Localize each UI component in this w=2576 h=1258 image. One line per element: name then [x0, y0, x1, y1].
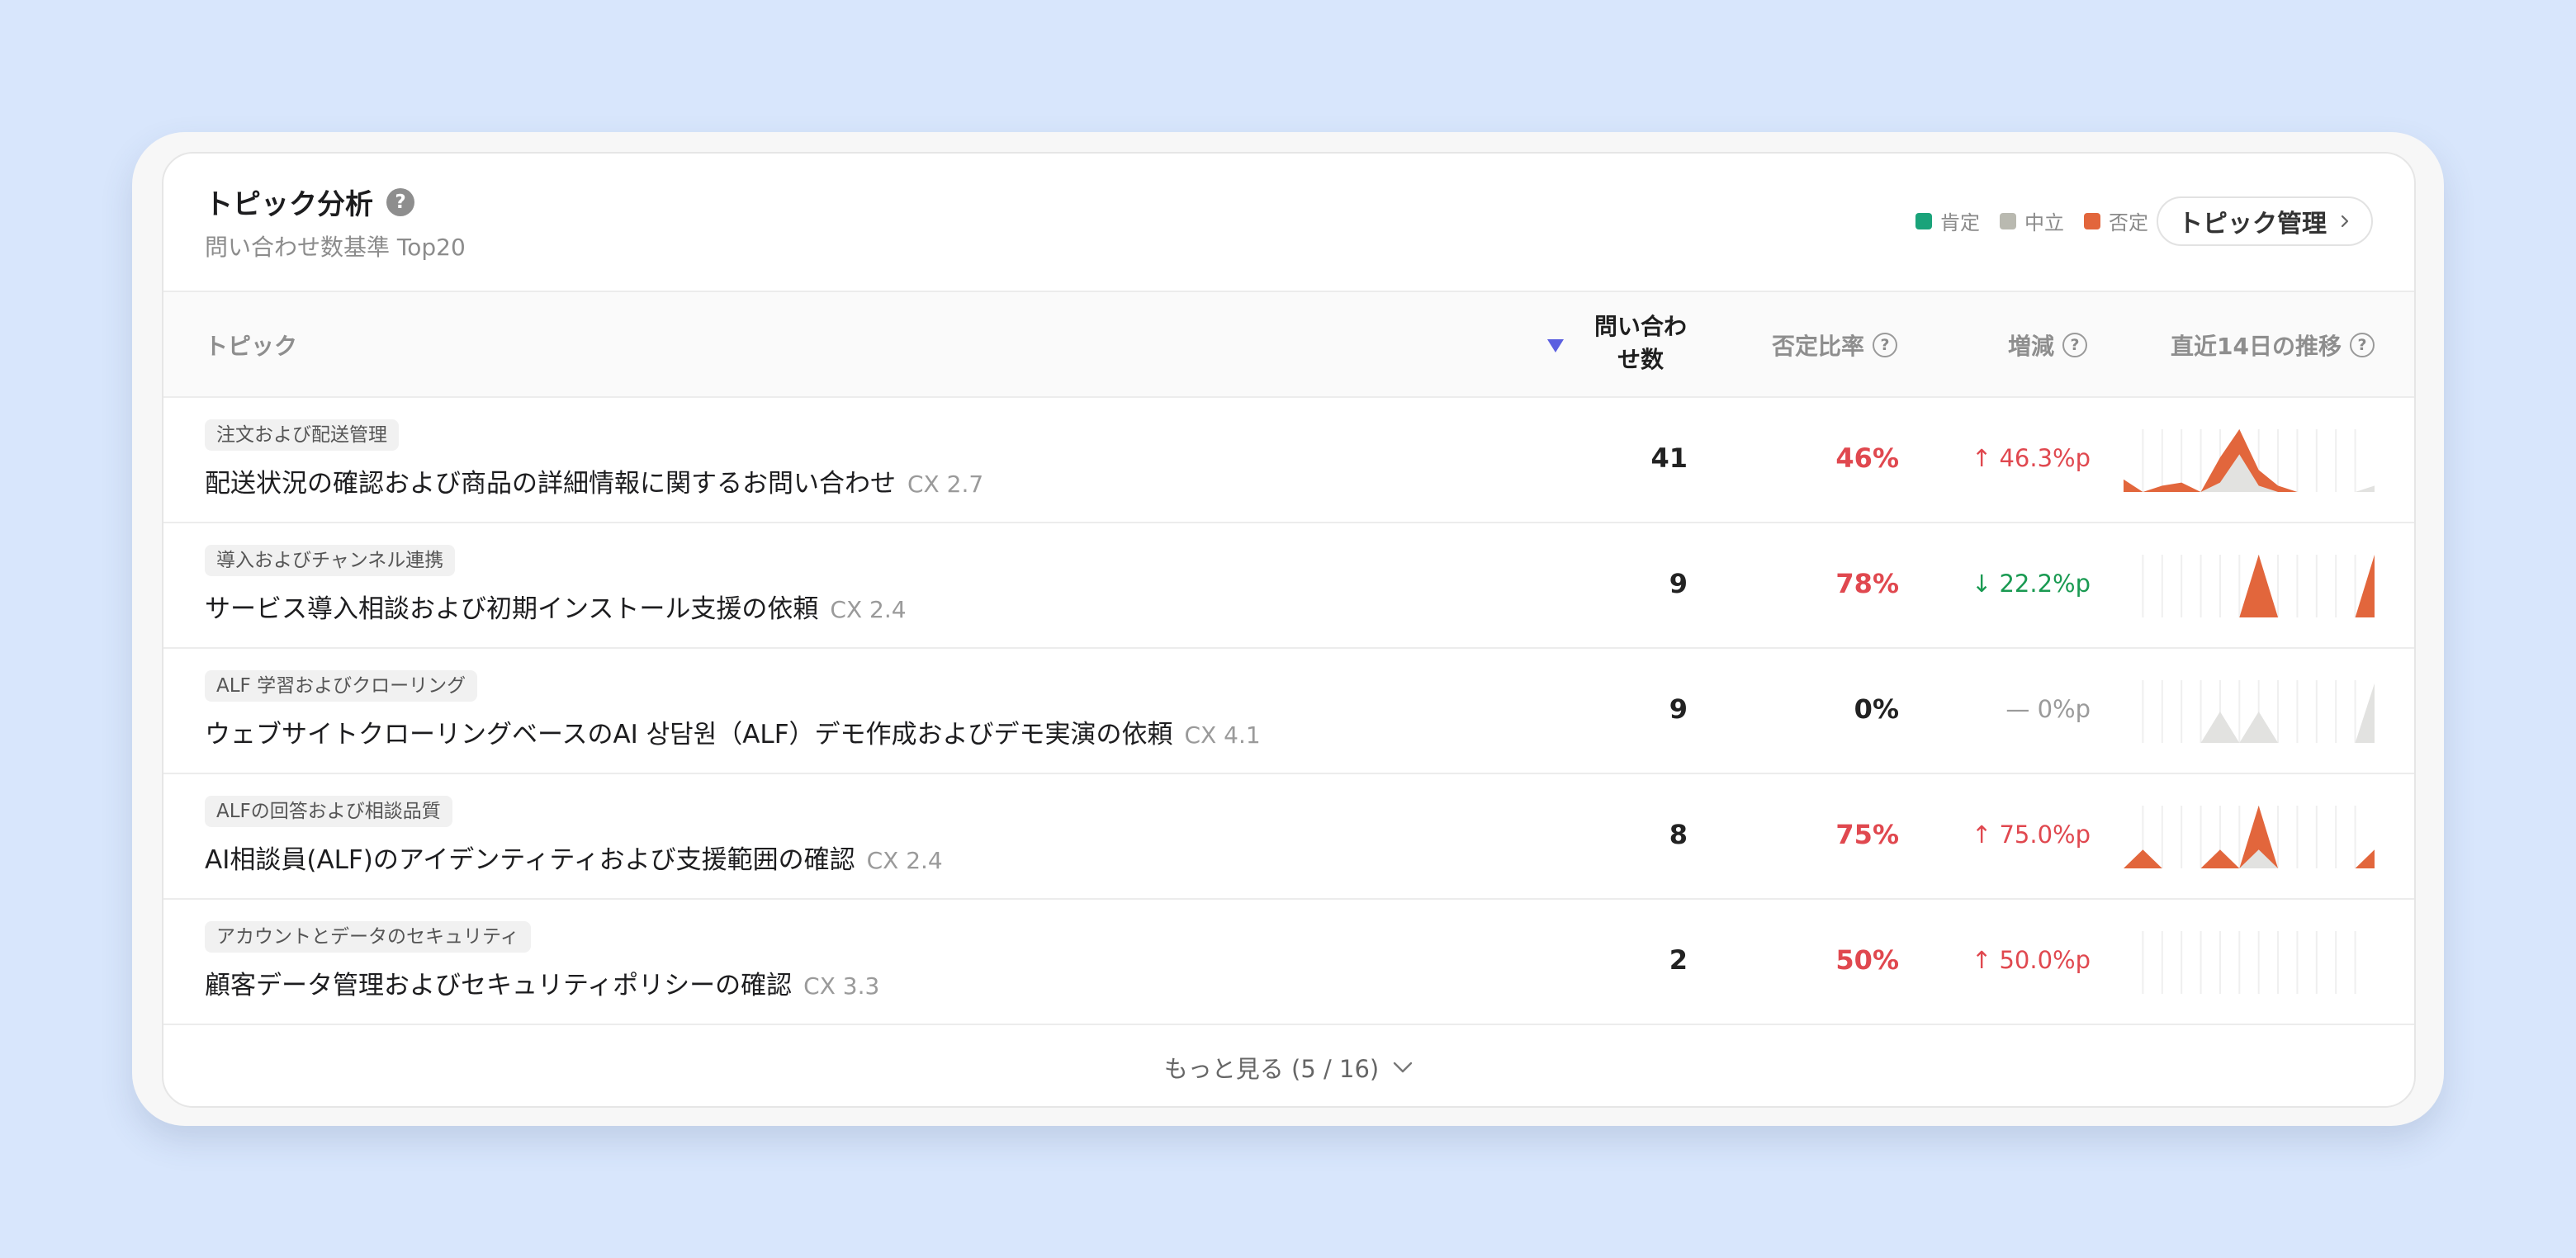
cx-score: CX 4.1 — [1184, 721, 1261, 749]
column-header-trend-label: 直近14日の推移 — [2171, 333, 2342, 360]
show-more-label: もっと見る (5 / 16) — [1163, 1055, 1380, 1083]
cx-score: CX 2.4 — [866, 847, 943, 874]
inquiry-count: 9 — [1669, 568, 1688, 599]
topic-manage-button-label: トピック管理 — [2178, 210, 2327, 239]
trend-sparkline — [2124, 429, 2375, 492]
topic-title: 配送状況の確認および商品の詳細情報に関するお問い合わせ CX 2.7 — [205, 462, 983, 499]
negative-ratio: 75% — [1835, 819, 1899, 850]
column-header-negative-ratio[interactable]: 否定比率 ? — [1772, 329, 1897, 362]
legend-label-negative: 否定 — [2109, 211, 2148, 234]
change-value: ↑ 50.0%p — [1971, 946, 2091, 974]
sort-desc-icon — [1547, 339, 1564, 352]
cx-score: CX 2.7 — [907, 471, 984, 498]
negative-ratio: 50% — [1835, 944, 1899, 976]
legend-label-positive: 肯定 — [1940, 211, 1980, 234]
cx-score: CX 3.3 — [803, 972, 880, 1000]
help-icon[interactable]: ? — [2350, 333, 2375, 357]
legend-swatch-neutral — [2000, 212, 2016, 229]
trend-sparkline — [2124, 555, 2375, 617]
topic-category-tag: ALF 学習およびクローリング — [205, 670, 478, 702]
topic-title: サービス導入相談および初期インストール支援の依頼 CX 2.4 — [205, 588, 907, 625]
topic-manage-button[interactable]: トピック管理 — [2157, 196, 2373, 246]
table-row[interactable]: ALF 学習およびクローリング ウェブサイトクローリングベースのAI 상담원（A… — [163, 649, 2414, 774]
help-icon[interactable]: ? — [2062, 333, 2087, 357]
card-subtitle: 問い合わせ数基準 Top20 — [205, 234, 466, 261]
topic-title: ウェブサイトクローリングベースのAI 상담원（ALF）デモ作成およびデモ実演の依… — [205, 713, 1261, 750]
sparkline-neutral-area — [2124, 683, 2375, 743]
negative-ratio: 46% — [1835, 442, 1899, 474]
change-value: ↑ 46.3%p — [1971, 444, 2091, 472]
column-header-count[interactable]: 問い合わせ数 — [1547, 310, 1694, 376]
topic-title-text: 配送状況の確認および商品の詳細情報に関するお問い合わせ — [205, 469, 896, 499]
change-value: — 0%p — [2005, 695, 2091, 723]
card-title: トピック分析 ? — [205, 182, 414, 222]
help-icon[interactable]: ? — [386, 187, 414, 216]
trend-sparkline — [2142, 931, 2356, 994]
column-header-change[interactable]: 増減 ? — [2008, 329, 2087, 362]
table-row[interactable]: 導入およびチャンネル連携 サービス導入相談および初期インストール支援の依頼 CX … — [163, 523, 2414, 649]
help-icon[interactable]: ? — [1873, 333, 1897, 357]
card-footer: もっと見る (5 / 16) — [163, 1029, 2414, 1106]
topic-title-text: サービス導入相談および初期インストール支援の依頼 — [205, 594, 819, 624]
show-more-button[interactable]: もっと見る (5 / 16) — [1164, 1050, 1413, 1085]
sparkline-negative-area — [2124, 806, 2375, 868]
inquiry-count: 2 — [1669, 944, 1688, 976]
negative-ratio: 0% — [1854, 693, 1899, 725]
inquiry-count: 8 — [1669, 819, 1688, 850]
column-header-change-label: 増減 — [2007, 333, 2054, 360]
legend-item-positive: 肯定 — [1915, 206, 1980, 235]
column-header-topic: トピック — [205, 329, 297, 362]
sparkline-negative-area — [2124, 555, 2375, 617]
column-header-trend: 直近14日の推移 ? — [2171, 329, 2375, 362]
change-value: ↑ 75.0%p — [1971, 821, 2091, 849]
legend-label-neutral: 中立 — [2024, 211, 2064, 234]
inquiry-count: 41 — [1650, 442, 1688, 474]
topic-title: 顧客データ管理およびセキュリティポリシーの確認 CX 3.3 — [205, 964, 879, 1001]
inquiry-count: 9 — [1669, 693, 1688, 725]
table-row[interactable]: 注文および配送管理 配送状況の確認および商品の詳細情報に関するお問い合わせ CX … — [163, 398, 2414, 523]
topic-category-tag: 導入およびチャンネル連携 — [205, 545, 456, 576]
topic-title: AI相談員(ALF)のアイデンティティおよび支援範囲の確認 CX 2.4 — [205, 839, 943, 876]
legend-item-negative: 否定 — [2084, 206, 2148, 235]
topic-category-tag: ALFの回答および相談品質 — [205, 796, 452, 827]
table-row[interactable]: ALFの回答および相談品質 AI相談員(ALF)のアイデンティティおよび支援範囲… — [163, 774, 2414, 900]
table-row[interactable]: アカウントとデータのセキュリティ 顧客データ管理およびセキュリティポリシーの確認… — [163, 900, 2414, 1025]
card-title-text: トピック分析 — [205, 188, 373, 221]
topic-title-text: 顧客データ管理およびセキュリティポリシーの確認 — [205, 971, 793, 1000]
topic-category-tag: アカウントとデータのセキュリティ — [205, 921, 531, 953]
chevron-down-icon — [1394, 1062, 1413, 1073]
legend-swatch-positive — [1915, 212, 1932, 229]
change-value: ↓ 22.2%p — [1971, 570, 2091, 598]
table-header: トピック 問い合わせ数 否定比率 ? 増減 ? 直近14日の推移 ? — [163, 291, 2414, 398]
card-header: トピック分析 ? 問い合わせ数基準 Top20 肯定 中立 否定 トピック管理 — [163, 154, 2414, 291]
column-header-count-label: 問い合わせ数 — [1593, 313, 1687, 373]
negative-ratio: 78% — [1835, 568, 1899, 599]
trend-sparkline — [2124, 680, 2375, 743]
widget-frame: トピック分析 ? 問い合わせ数基準 Top20 肯定 中立 否定 トピック管理 … — [132, 132, 2444, 1126]
topic-title-text: ウェブサイトクローリングベースのAI 상담원（ALF）デモ作成およびデモ実演の依… — [205, 720, 1173, 750]
legend-swatch-negative — [2084, 212, 2100, 229]
cx-score: CX 2.4 — [830, 596, 907, 623]
topic-title-text: AI相談員(ALF)のアイデンティティおよび支援範囲の確認 — [205, 845, 855, 875]
column-header-negative-ratio-label: 否定比率 — [1771, 333, 1864, 360]
sentiment-legend: 肯定 中立 否定 — [1915, 206, 2148, 235]
legend-item-neutral: 中立 — [2000, 206, 2064, 235]
trend-sparkline — [2124, 806, 2375, 868]
chevron-right-icon — [2341, 215, 2349, 228]
topic-category-tag: 注文および配送管理 — [205, 419, 399, 451]
topic-analysis-card: トピック分析 ? 問い合わせ数基準 Top20 肯定 中立 否定 トピック管理 … — [162, 152, 2416, 1108]
column-header-topic-label: トピック — [205, 333, 298, 360]
